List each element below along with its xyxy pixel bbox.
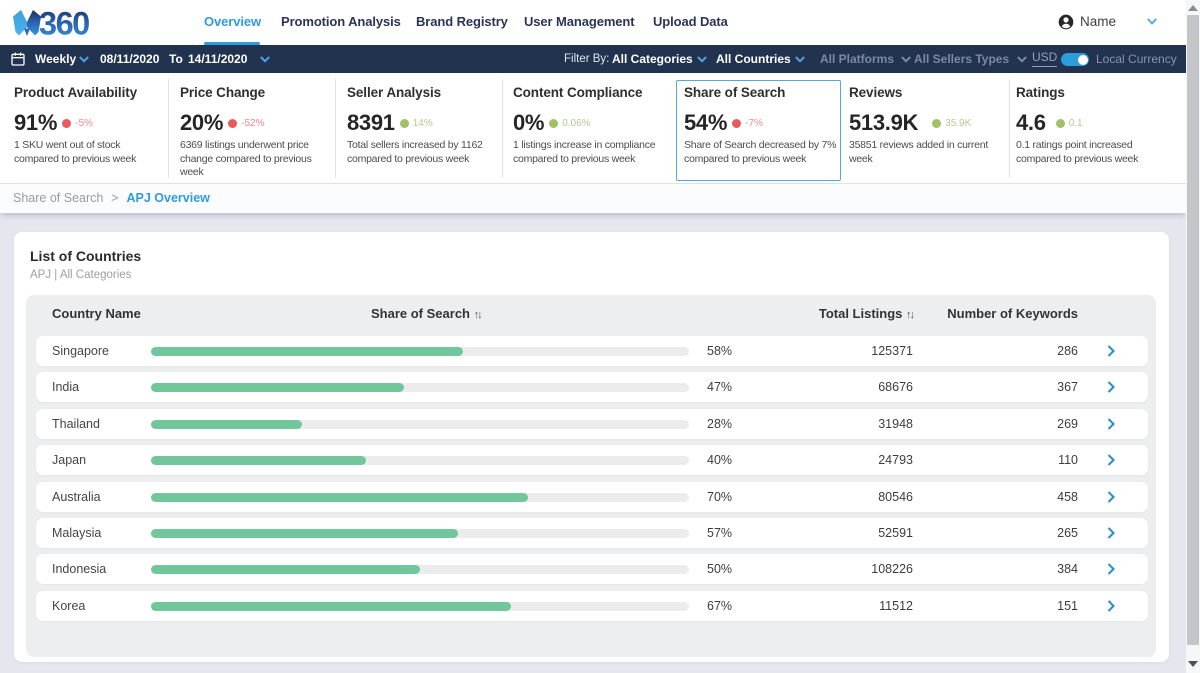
svg-text:360: 360 [39,10,89,36]
